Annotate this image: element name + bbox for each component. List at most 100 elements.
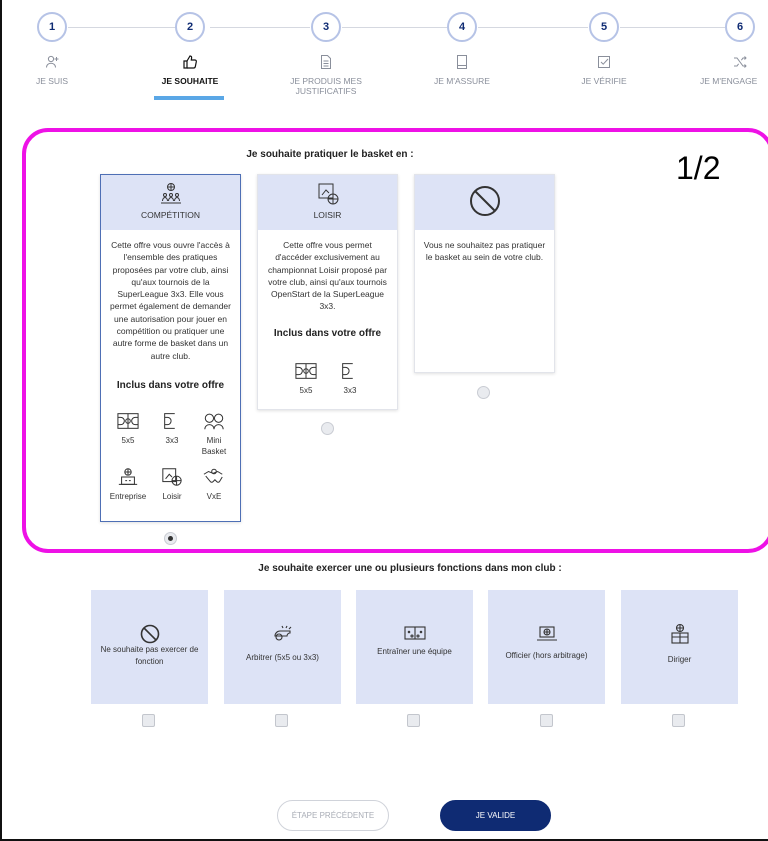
offer-card-description: Cette offre vous ouvre l'accès à l'ensem… [101, 239, 240, 362]
stepper: 1 JE SUIS 2 JE SOUHAITE 3 JE PRODUIS MES… [0, 0, 768, 110]
prohibited-icon [140, 624, 159, 644]
included-item-label: VxE [206, 492, 222, 501]
description-line: 3x3. [319, 301, 336, 312]
offer-card-competition[interactable]: COMPÉTITION Cette offre vous ouvre l'acc… [100, 174, 241, 522]
basketball-team-icon [160, 183, 181, 204]
step-3-circle[interactable]: 3 [311, 12, 341, 42]
function-card-none[interactable]: Ne souhaite pas exercer de fonction [91, 590, 208, 704]
offer-card-title: COMPÉTITION [140, 210, 201, 220]
radio-none[interactable] [477, 386, 490, 399]
half-court-icon [164, 413, 175, 429]
step-connector [210, 27, 310, 28]
description-line: Cette offre vous ouvre l'accès à [111, 240, 230, 250]
included-title: Inclus dans votre offre [273, 328, 382, 339]
offer-card-header [415, 175, 554, 230]
description-line: Vous ne souhaitez pas pratiquer [423, 240, 546, 250]
step-3-label[interactable]: JE PRODUIS MES JUSTIFICATIFS [266, 76, 386, 96]
step-connector [478, 27, 588, 28]
handshake-icon [203, 468, 223, 483]
functions-section-title: Je souhaite exercer une ou plusieurs fon… [258, 563, 562, 574]
document-icon [318, 54, 334, 70]
previous-step-button[interactable]: ÉTAPE PRÉCÉDENTE [277, 800, 389, 831]
step-6-circle[interactable]: 6 [725, 12, 755, 42]
checkbox-function-referee[interactable] [275, 714, 288, 727]
included-item-5x5: 5x5 [106, 411, 150, 446]
step-connector [342, 27, 447, 28]
step-2-label[interactable]: JE SOUHAITE [140, 76, 240, 86]
leisure-icon [162, 468, 182, 486]
function-card-official[interactable]: Officier (hors arbitrage) [488, 590, 605, 704]
annotation-label: 1/2 [676, 150, 721, 186]
step-1-circle[interactable]: 1 [37, 12, 67, 42]
included-item-label: 3x3 [343, 386, 357, 395]
step-connector [68, 27, 178, 28]
included-item-label-line2: Basket [201, 447, 227, 456]
practice-section-title: Je souhaite pratiquer le basket en : [246, 149, 414, 160]
description-line: qu'aux tournois de la [131, 276, 210, 287]
offer-card-description: Vous ne souhaitez pas pratiquer le baske… [415, 239, 554, 264]
checkbox-function-manager[interactable] [672, 714, 685, 727]
function-card-label: Diriger [667, 655, 692, 664]
included-item-entreprise: Entreprise [106, 467, 150, 502]
offer-card-loisir[interactable]: LOISIR Cette offre vous permet d'accéder… [257, 174, 398, 410]
description-line: OpenStart de la SuperLeague [271, 289, 384, 300]
step-4-label[interactable]: JE M'ASSURE [412, 76, 512, 86]
included-item-loisir: Loisir [150, 467, 194, 502]
club-manager-icon [670, 623, 689, 644]
function-card-label: Arbitrer (5x5 ou 3x3) [246, 653, 319, 662]
included-item-label-line1: Mini [206, 436, 222, 445]
offer-card-description: Cette offre vous permet d'accéder exclus… [258, 239, 397, 313]
leisure-court-icon [318, 183, 338, 205]
included-item-vxe: VxE [192, 467, 236, 502]
half-court-icon [342, 363, 353, 379]
step-4-circle[interactable]: 4 [447, 12, 477, 42]
step-3-label-line2: JUSTIFICATIFS [295, 86, 357, 96]
step-6-label[interactable]: JE M'ENGAGE [700, 76, 768, 86]
company-icon [118, 468, 138, 485]
function-card-label: Officier (hors arbitrage) [505, 651, 588, 660]
step-connector [620, 27, 725, 28]
description-line: championnat Loisir proposé par [267, 264, 388, 275]
description-line: SuperLeague 3x3. Elle vous [117, 289, 224, 300]
description-line: l'ensemble des pratiques [123, 252, 218, 263]
active-step-indicator [154, 96, 224, 100]
radio-loisir[interactable] [321, 422, 334, 435]
step-1-label[interactable]: JE SUIS [22, 76, 82, 86]
included-item-label: Entreprise [109, 492, 147, 501]
radio-competition[interactable] [164, 532, 177, 545]
checkbox-function-coach[interactable] [407, 714, 420, 727]
description-line: proposées par votre club, ainsi [112, 264, 229, 275]
checkbox-function-official[interactable] [540, 714, 553, 727]
included-title: Inclus dans votre offre [116, 380, 225, 391]
function-card-coach[interactable]: Entraîner une équipe [356, 590, 473, 704]
step-2-circle[interactable]: 2 [175, 12, 205, 42]
whistle-icon [273, 625, 291, 641]
offer-card-title: LOISIR [313, 210, 342, 220]
included-item-label: 5x5 [121, 436, 135, 445]
laptop-icon [536, 626, 557, 641]
included-item-label: Loisir [162, 492, 182, 501]
function-card-manager[interactable]: Diriger [621, 590, 738, 704]
shuffle-icon [732, 54, 748, 70]
offer-card-none[interactable]: Vous ne souhaitez pas pratiquer le baske… [414, 174, 555, 373]
full-court-icon [295, 363, 317, 379]
book-icon [454, 54, 470, 70]
thumbs-up-icon [182, 54, 198, 70]
offer-card-header: COMPÉTITION [101, 175, 240, 230]
checkbox-icon [596, 54, 612, 70]
checkbox-function-none[interactable] [142, 714, 155, 727]
included-item-mini-basket: Mini Basket [192, 411, 236, 457]
step-5-circle[interactable]: 5 [589, 12, 619, 42]
included-item-label: Mini Basket [192, 435, 236, 457]
description-line: autre club. [150, 350, 191, 361]
description-line: le basket au sein de votre club. [425, 252, 544, 263]
step-3-label-line1: JE PRODUIS MES [290, 76, 362, 86]
included-item-label: 5x5 [299, 386, 313, 395]
function-label-line2: fonction [135, 657, 164, 666]
description-line: Cette offre vous permet [283, 240, 372, 250]
step-5-label[interactable]: JE VÉRIFIE [554, 76, 654, 86]
offer-card-header: LOISIR [258, 175, 397, 230]
validate-button[interactable]: JE VALIDE [440, 800, 551, 831]
description-line: compétition ou pratiquer une [116, 326, 225, 337]
function-card-referee[interactable]: Arbitrer (5x5 ou 3x3) [224, 590, 341, 704]
